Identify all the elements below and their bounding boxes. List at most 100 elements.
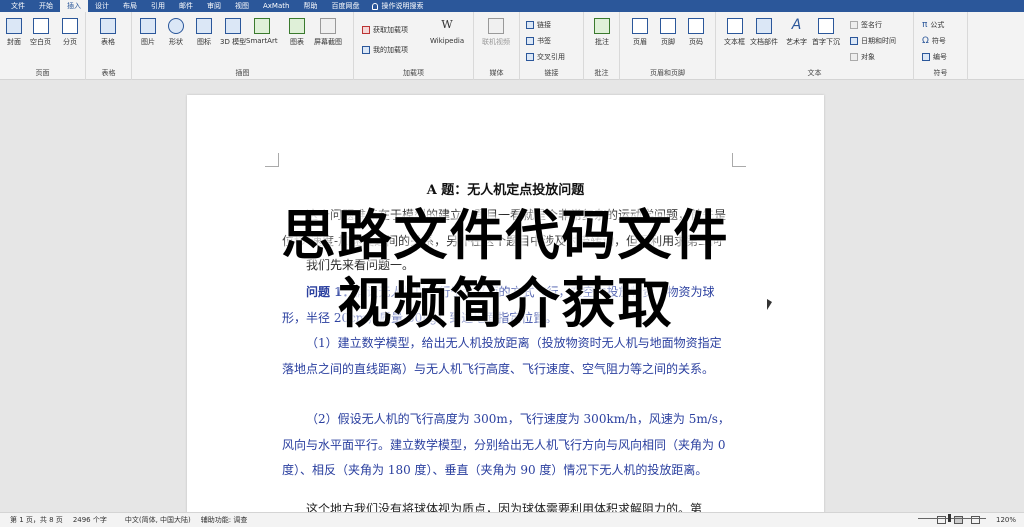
tab-insert[interactable]: 插入: [60, 0, 88, 12]
numbering-button[interactable]: 编号: [922, 52, 947, 62]
tab-layout[interactable]: 布局: [116, 0, 144, 12]
group-addins: 获取加载项 我的加载项 W Wikipedia 加载项: [354, 12, 474, 80]
date-time-button[interactable]: 日期和时间: [850, 36, 896, 46]
date-time-label: 日期和时间: [861, 37, 896, 45]
word-count[interactable]: 2496 个字: [73, 515, 107, 525]
object-button[interactable]: 对象: [850, 52, 875, 62]
paragraph-subquestion2: （2）假设无人机的飞行高度为 300m，飞行速度为 300km/h，风速为 5m…: [282, 412, 730, 477]
bookmark-label: 书签: [537, 37, 551, 45]
tab-review[interactable]: 审阅: [200, 0, 228, 12]
3d-model-label: 3D 模型: [220, 38, 247, 46]
signature-line-button[interactable]: 签名行: [850, 20, 882, 30]
tell-me-search[interactable]: 操作说明搜索: [372, 1, 423, 11]
tab-axmath[interactable]: AxMath: [256, 0, 296, 12]
tab-baidu[interactable]: 百度网盘: [324, 0, 366, 12]
group-links: 链接 书签 交叉引用 链接: [520, 12, 584, 80]
online-video-label: 联机视频: [482, 38, 510, 46]
shapes-icon: [168, 18, 184, 34]
signature-icon: [850, 21, 858, 29]
header-button[interactable]: 页眉: [632, 18, 648, 47]
cover-page-label: 封面: [7, 38, 21, 46]
tab-mailings[interactable]: 邮件: [172, 0, 200, 12]
group-label-media: 媒体: [489, 69, 504, 77]
drop-cap-label: 首字下沉: [812, 38, 840, 46]
wikipedia-button[interactable]: W Wikipedia: [430, 18, 464, 45]
link-label: 链接: [537, 21, 551, 29]
table-label: 表格: [101, 38, 115, 46]
smartart-button[interactable]: SmartArt: [246, 18, 278, 45]
cross-reference-button[interactable]: 交叉引用: [526, 52, 565, 62]
screenshot-button[interactable]: 屏幕截图: [314, 18, 342, 47]
overlay-caption-line2: 视频简介获取: [337, 272, 674, 335]
footer-button[interactable]: 页脚: [660, 18, 676, 47]
3d-model-button[interactable]: 3D 模型: [220, 18, 246, 47]
group-label-pages: 页面: [35, 69, 50, 77]
page-number-button[interactable]: 页码: [688, 18, 704, 47]
group-label-comments: 批注: [594, 69, 609, 77]
pi-icon: π: [922, 20, 928, 30]
tab-file[interactable]: 文件: [4, 0, 32, 12]
pictures-button[interactable]: 图片: [140, 18, 156, 47]
icons-button[interactable]: 图标: [196, 18, 212, 47]
symbol-button[interactable]: Ω 符号: [922, 36, 946, 46]
group-text: 文本框 文档部件 A 艺术字 首字下沉 签名行 日期和时间 对象 文本: [716, 12, 914, 80]
quick-parts-button[interactable]: 文档部件: [750, 18, 778, 47]
accessibility-status[interactable]: 辅助功能: 调查: [201, 515, 248, 525]
tab-view[interactable]: 视图: [228, 0, 256, 12]
my-addins-button[interactable]: 我的加载项: [362, 45, 408, 55]
comment-button[interactable]: 批注: [594, 18, 610, 47]
page-count[interactable]: 第 1 页，共 8 页: [10, 515, 63, 525]
shapes-button[interactable]: 形状: [168, 18, 184, 47]
group-header-footer: 页眉 页脚 页码 页眉和页脚: [620, 12, 716, 80]
crop-mark-top-left: [265, 153, 279, 167]
bookmark-button[interactable]: 书签: [526, 36, 551, 46]
text-box-icon: [726, 18, 743, 34]
link-button[interactable]: 链接: [526, 20, 551, 30]
text-box-label: 文本框: [724, 38, 745, 46]
quick-parts-label: 文档部件: [750, 38, 778, 46]
paragraph-subquestion1: （1）建立数学模型，给出无人机投放距离（投放物资时无人机与地面物资指定落地点之间…: [282, 336, 722, 376]
smartart-icon: [253, 18, 270, 34]
tab-design[interactable]: 设计: [88, 0, 116, 12]
page-number-label: 页码: [689, 38, 703, 46]
addins-icon: [362, 46, 370, 54]
zoom-level[interactable]: 120%: [996, 516, 1016, 524]
cross-reference-icon: [526, 53, 534, 61]
table-button[interactable]: 表格: [100, 18, 116, 47]
header-label: 页眉: [633, 38, 647, 46]
omega-icon: Ω: [922, 36, 929, 46]
language-indicator[interactable]: 中文(简体, 中国大陆): [125, 515, 191, 525]
group-symbols: π 公式 Ω 符号 编号 符号: [914, 12, 968, 80]
drop-cap-button[interactable]: 首字下沉: [812, 18, 840, 47]
group-label-symbols: 符号: [933, 69, 948, 77]
equation-button[interactable]: π 公式: [922, 20, 944, 30]
tab-references[interactable]: 引用: [144, 0, 172, 12]
chart-button[interactable]: 图表: [289, 18, 305, 47]
page-break-icon: [62, 18, 78, 34]
wordart-button[interactable]: A 艺术字: [786, 18, 807, 47]
group-label-text: 文本: [807, 69, 822, 77]
wordart-label: 艺术字: [786, 38, 807, 46]
document-page[interactable]: A 题：无人机定点投放问题 这个问题难点在于模型的建立，题目一看就是个非常复杂的…: [187, 95, 824, 525]
get-addins-button[interactable]: 获取加载项: [362, 25, 408, 35]
page-break-button[interactable]: 分页: [62, 18, 78, 47]
equation-label: 公式: [930, 21, 945, 29]
picture-icon: [140, 18, 156, 34]
zoom-slider[interactable]: [918, 518, 986, 519]
online-video-button[interactable]: 联机视频: [482, 18, 510, 47]
menu-bar: 文件 开始 插入 设计 布局 引用 邮件 审阅 视图 AxMath 帮助 百度网…: [0, 0, 1024, 12]
pictures-label: 图片: [141, 38, 155, 46]
tab-help[interactable]: 帮助: [296, 0, 324, 12]
shapes-label: 形状: [169, 38, 183, 46]
zoom-slider-thumb[interactable]: [948, 514, 951, 522]
group-label-header-footer: 页眉和页脚: [650, 69, 685, 77]
tab-home[interactable]: 开始: [32, 0, 60, 12]
blank-page-icon: [32, 18, 49, 34]
text-box-button[interactable]: 文本框: [724, 18, 745, 47]
bookmark-icon: [526, 37, 534, 45]
group-label-addins: 加载项: [403, 69, 424, 77]
cover-page-button[interactable]: 封面: [6, 18, 22, 47]
object-label: 对象: [861, 53, 875, 61]
camera-icon: [320, 18, 336, 34]
blank-page-button[interactable]: 空白页: [30, 18, 51, 47]
